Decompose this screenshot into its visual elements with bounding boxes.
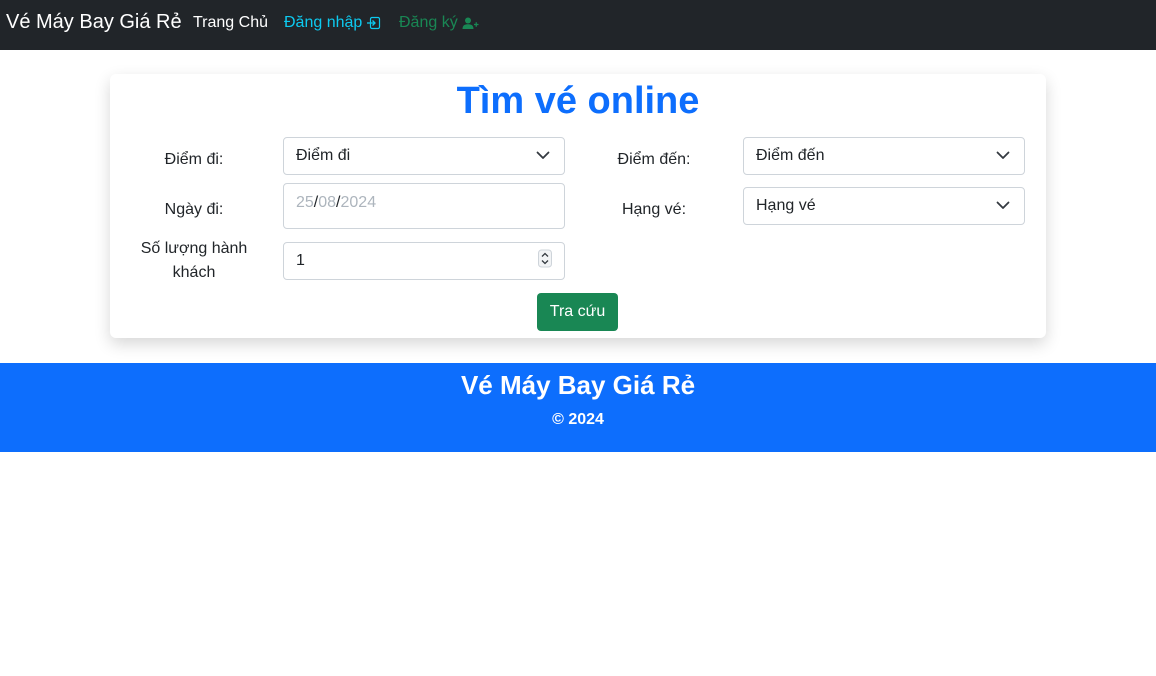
origin-select[interactable]: Điểm đi (283, 137, 565, 175)
nav-home-link[interactable]: Trang Chủ (193, 13, 268, 33)
chevron-down-icon (996, 147, 1010, 165)
nav-register-label: Đăng ký (399, 14, 458, 31)
ticket-class-label: Hạng vé: (621, 201, 687, 218)
search-title: Tìm vé online (456, 80, 700, 122)
date-day: 25 (296, 194, 314, 211)
search-button[interactable]: Tra cứu (537, 293, 618, 331)
passengers-input[interactable]: 1 (283, 242, 565, 280)
footer-copyright: © 2024 (552, 411, 604, 428)
passengers-label: Số lượng hành khách (140, 240, 248, 281)
user-plus-icon (462, 16, 479, 30)
nav-login-label: Đăng nhập (284, 14, 363, 31)
date-label: Ngày đi: (164, 201, 224, 218)
sign-in-icon (366, 16, 381, 30)
departure-date-input[interactable]: 25 / 08 / 2024 (283, 183, 565, 229)
search-card: Tìm vé online Điểm đi: Điểm đi Điểm đến:… (110, 74, 1046, 338)
chevron-down-icon (996, 197, 1010, 215)
ticket-class-select[interactable]: Hạng vé (743, 187, 1025, 225)
chevron-down-icon (536, 147, 550, 165)
destination-select-value: Điểm đến (756, 147, 825, 164)
date-year: 2024 (340, 194, 377, 211)
origin-label: Điểm đi: (164, 151, 224, 168)
date-month: 08 (318, 194, 337, 211)
destination-label: Điểm đến: (617, 151, 691, 168)
nav-login-link[interactable]: Đăng nhập (284, 13, 381, 33)
brand-link[interactable]: Vé Máy Bay Giá Rẻ (6, 10, 182, 34)
footer-title: Vé Máy Bay Giá Rẻ (460, 370, 696, 400)
footer: Vé Máy Bay Giá Rẻ © 2024 (0, 363, 1156, 452)
ticket-class-select-value: Hạng vé (756, 197, 816, 214)
destination-select[interactable]: Điểm đến (743, 137, 1025, 175)
passengers-input-value: 1 (296, 252, 305, 269)
top-navbar: Vé Máy Bay Giá Rẻ Trang Chủ Đăng nhập Đă… (0, 0, 1156, 50)
number-spinner-icon[interactable] (538, 249, 552, 273)
nav-register-link[interactable]: Đăng ký (399, 13, 479, 33)
origin-select-value: Điểm đi (296, 147, 351, 164)
